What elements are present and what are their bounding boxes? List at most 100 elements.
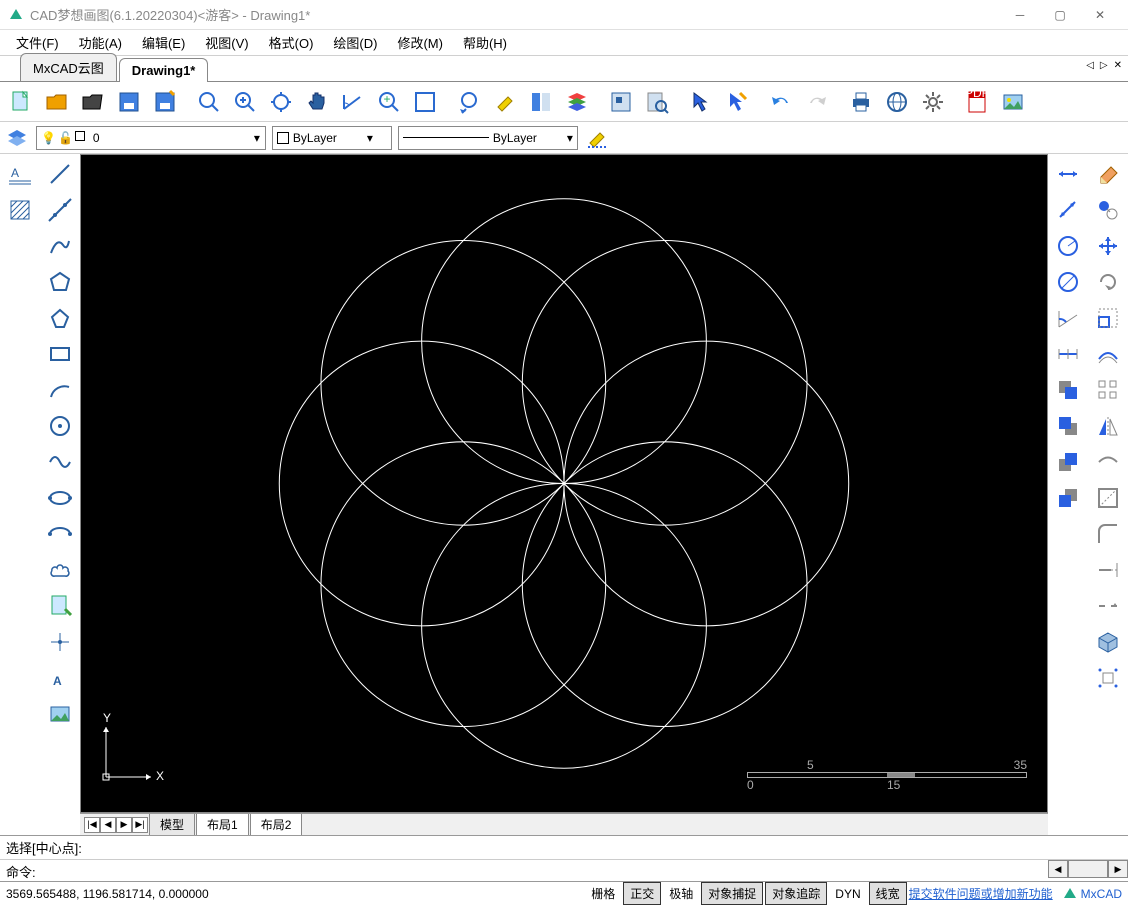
- send-back-button[interactable]: [1052, 410, 1084, 442]
- layout-first-icon[interactable]: |◀: [84, 817, 100, 833]
- dim-diameter-button[interactable]: [1052, 266, 1084, 298]
- menu-file[interactable]: 文件(F): [6, 29, 69, 56]
- fillet-button[interactable]: [1092, 518, 1124, 550]
- circle-button[interactable]: [44, 410, 76, 442]
- revision-cloud-button[interactable]: [44, 554, 76, 586]
- zoom-window-button[interactable]: [192, 85, 226, 119]
- layer-dropdown-icon[interactable]: ▾: [249, 131, 265, 145]
- otrack-toggle[interactable]: 对象追踪: [765, 882, 827, 905]
- command-input[interactable]: [42, 860, 1048, 883]
- layer-selector[interactable]: 💡 🔓 ▾: [36, 126, 266, 150]
- image-button[interactable]: [44, 698, 76, 730]
- measure-angle-button[interactable]: [336, 85, 370, 119]
- print-button[interactable]: [844, 85, 878, 119]
- settings-button[interactable]: [916, 85, 950, 119]
- highlight-button[interactable]: [488, 85, 522, 119]
- menu-edit[interactable]: 编辑(E): [132, 29, 195, 56]
- osnap-toggle[interactable]: 对象捕捉: [701, 882, 763, 905]
- layout-prev-icon[interactable]: ◀: [100, 817, 116, 833]
- spline-button[interactable]: [44, 446, 76, 478]
- tab-layout2[interactable]: 布局2: [250, 814, 303, 836]
- scale-button[interactable]: [1092, 302, 1124, 334]
- layer-manager-button[interactable]: [4, 125, 30, 151]
- undo-button[interactable]: [764, 85, 798, 119]
- point-button[interactable]: [44, 626, 76, 658]
- erase-button[interactable]: [1092, 158, 1124, 190]
- lineweight-toggle[interactable]: 线宽: [869, 882, 907, 905]
- menu-function[interactable]: 功能(A): [69, 29, 132, 56]
- block-button[interactable]: [604, 85, 638, 119]
- insert-block-button[interactable]: [44, 590, 76, 622]
- layout-next-icon[interactable]: ▶: [116, 817, 132, 833]
- quick-select-button[interactable]: [720, 85, 754, 119]
- close-button[interactable]: ✕: [1080, 0, 1120, 30]
- ortho-toggle[interactable]: 正交: [623, 882, 661, 905]
- layers-button[interactable]: [560, 85, 594, 119]
- dim-linear-button[interactable]: [1052, 158, 1084, 190]
- ellipse-arc-button[interactable]: [44, 518, 76, 550]
- polyline-button[interactable]: [44, 230, 76, 262]
- menu-format[interactable]: 格式(O): [259, 29, 324, 56]
- mirror-button[interactable]: [1092, 410, 1124, 442]
- maximize-button[interactable]: ▢: [1040, 0, 1080, 30]
- lineweight-button[interactable]: [584, 125, 610, 151]
- bring-front-button[interactable]: [1052, 374, 1084, 406]
- menu-draw[interactable]: 绘图(D): [323, 29, 387, 56]
- polar-toggle[interactable]: 极轴: [663, 883, 699, 904]
- grid-toggle[interactable]: 栅格: [585, 883, 621, 904]
- layer-name-input[interactable]: [89, 127, 249, 149]
- array-button[interactable]: [1092, 374, 1124, 406]
- text-style-button[interactable]: A: [4, 158, 36, 190]
- zoom-extents-button[interactable]: [264, 85, 298, 119]
- properties-button[interactable]: [524, 85, 558, 119]
- brand-label[interactable]: MxCAD: [1063, 887, 1122, 901]
- offset-button[interactable]: [1092, 338, 1124, 370]
- pan-button[interactable]: [300, 85, 334, 119]
- trim-button[interactable]: [1092, 482, 1124, 514]
- extend-button[interactable]: [1092, 554, 1124, 586]
- linetype-dropdown-icon[interactable]: ▾: [567, 131, 573, 145]
- break-button[interactable]: [1092, 590, 1124, 622]
- layout-last-icon[interactable]: ▶|: [132, 817, 148, 833]
- color-value[interactable]: [293, 131, 363, 145]
- polygon-button[interactable]: [44, 266, 76, 298]
- polygon2-button[interactable]: [44, 302, 76, 334]
- menu-modify[interactable]: 修改(M): [387, 29, 453, 56]
- drawing-canvas[interactable]: X Y 5 35 0 15: [80, 154, 1048, 813]
- dim-continue-button[interactable]: [1052, 338, 1084, 370]
- web-button[interactable]: [880, 85, 914, 119]
- cmd-scroll-track[interactable]: [1068, 860, 1108, 878]
- new-file-button[interactable]: [4, 85, 38, 119]
- find-button[interactable]: [640, 85, 674, 119]
- color-selector[interactable]: ▾: [272, 126, 392, 150]
- trim-line-button[interactable]: [1092, 446, 1124, 478]
- arc-button[interactable]: [44, 374, 76, 406]
- linetype-value[interactable]: [493, 131, 563, 145]
- rotate-button[interactable]: [1092, 266, 1124, 298]
- open-folder-button[interactable]: [76, 85, 110, 119]
- bring-above-button[interactable]: [1052, 446, 1084, 478]
- text-button[interactable]: A: [44, 662, 76, 694]
- tab-cloud[interactable]: MxCAD云图: [20, 53, 117, 81]
- feedback-link[interactable]: 提交软件问题或增加新功能: [909, 885, 1053, 902]
- pdf-export-button[interactable]: PDF: [960, 85, 994, 119]
- dim-aligned-button[interactable]: [1052, 194, 1084, 226]
- save-button[interactable]: [112, 85, 146, 119]
- regen-button[interactable]: [408, 85, 442, 119]
- zoom-back-button[interactable]: [452, 85, 486, 119]
- copy-button[interactable]: [1092, 194, 1124, 226]
- send-under-button[interactable]: [1052, 482, 1084, 514]
- tab-prev-icon[interactable]: ◁: [1084, 60, 1096, 71]
- tab-layout1[interactable]: 布局1: [196, 814, 249, 836]
- menu-view[interactable]: 视图(V): [195, 29, 258, 56]
- tab-close-icon[interactable]: ✕: [1112, 60, 1124, 71]
- minimize-button[interactable]: ─: [1000, 0, 1040, 30]
- linetype-selector[interactable]: ▾: [398, 126, 578, 150]
- tab-next-icon[interactable]: ▷: [1098, 60, 1110, 71]
- menu-help[interactable]: 帮助(H): [453, 29, 517, 56]
- color-dropdown-icon[interactable]: ▾: [367, 131, 373, 145]
- construction-line-button[interactable]: [44, 194, 76, 226]
- cmd-scroll-right-icon[interactable]: ▶: [1108, 860, 1128, 878]
- select-button[interactable]: [684, 85, 718, 119]
- dim-radius-button[interactable]: [1052, 230, 1084, 262]
